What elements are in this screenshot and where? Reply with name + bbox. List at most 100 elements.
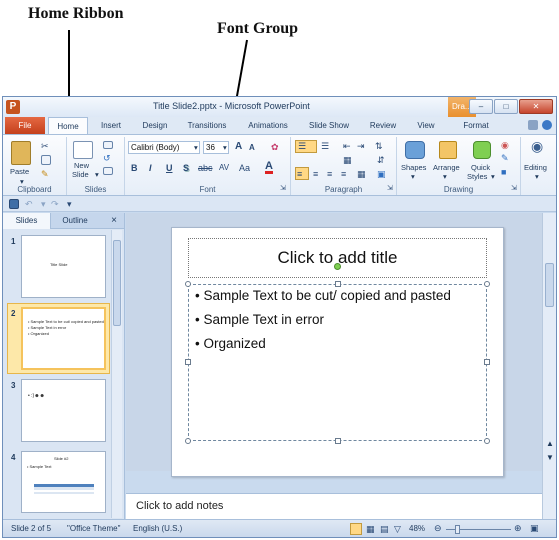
minimize-button[interactable]: – [469,99,493,114]
slide-area-scrollbar[interactable]: ▲ ▼ [542,213,556,519]
tab-file[interactable]: File [5,117,45,134]
quick-styles-dropdown-icon[interactable]: ▾ [491,172,495,181]
shrink-font-icon[interactable]: A [249,143,255,153]
paste-icon[interactable] [11,141,31,165]
zoom-in-icon[interactable]: ⊕ [514,523,522,533]
paste-label[interactable]: Paste [10,167,29,176]
tab-home[interactable]: Home [48,117,88,134]
align-right-icon[interactable]: ≡ [327,169,332,179]
rotation-handle[interactable] [334,263,341,270]
numbering-icon[interactable]: ☰ [321,141,329,151]
arrange-label[interactable]: Arrange [433,163,460,172]
resize-handle-br[interactable] [484,438,490,444]
close-button[interactable]: ✕ [519,99,553,114]
change-case-button[interactable]: Aa [239,163,250,173]
shape-effects-icon[interactable]: ■ [501,167,506,177]
maximize-button[interactable]: □ [494,99,518,114]
theme-status[interactable]: "Office Theme" [67,524,120,533]
bullet-item-2[interactable]: • Sample Text in error [195,312,324,327]
line-spacing-icon[interactable]: ⇅ [375,141,383,151]
shape-fill-icon[interactable]: ◉ [501,140,509,150]
redo-icon[interactable]: ↷ [51,199,59,209]
zoom-slider-thumb[interactable] [455,525,460,534]
quick-styles-label-line1[interactable]: Quick [471,163,490,172]
font-color-button[interactable]: A [265,161,273,174]
title-placeholder-box[interactable]: Click to add title [188,238,487,278]
resize-handle-bl[interactable] [185,438,191,444]
layout-icon[interactable] [103,141,113,149]
bullet-item-3[interactable]: • Organized [195,336,266,351]
notes-pane[interactable]: Click to add notes [126,493,542,519]
minimize-ribbon-icon[interactable] [528,120,538,130]
italic-button[interactable]: I [149,163,152,173]
shapes-dropdown-icon[interactable]: ▾ [411,172,415,181]
reading-view-icon[interactable]: ▤ [380,524,389,534]
tab-design[interactable]: Design [134,117,176,134]
arrange-icon[interactable] [439,141,457,159]
tab-view[interactable]: View [407,117,445,134]
slide-thumbnail-1[interactable]: Title Slide [21,235,106,298]
editing-label[interactable]: Editing [524,163,547,172]
slide-show-view-icon[interactable]: ▽ [394,524,401,534]
slides-pane-scrollbar[interactable] [111,230,122,518]
undo-icon[interactable]: ↶ [25,199,33,209]
resize-handle-tr[interactable] [484,281,490,287]
tab-transitions[interactable]: Transitions [179,117,235,134]
save-icon[interactable] [9,199,19,209]
slide-thumbnail-3[interactable]: • :)☻☻ [21,379,106,442]
clear-formatting-icon[interactable]: ✿ [271,142,279,152]
tab-insert[interactable]: Insert [91,117,131,134]
section-icon[interactable] [103,167,113,175]
tab-slides[interactable]: Slides [3,213,51,229]
previous-slide-icon[interactable]: ▲ [546,439,554,448]
paragraph-dialog-launcher-icon[interactable]: ⇲ [387,184,393,194]
close-pane-icon[interactable]: × [107,213,121,229]
cut-icon[interactable]: ✂ [41,141,49,151]
resize-handle-l[interactable] [185,359,191,365]
new-slide-label-line1[interactable]: New [74,161,89,170]
resize-handle-b[interactable] [335,438,341,444]
slide-thumbnail-2[interactable]: • Sample Text to be cut/ copied and past… [21,307,106,370]
shapes-icon[interactable] [405,141,425,159]
quick-styles-label-line2[interactable]: Styles [467,172,487,181]
quick-styles-icon[interactable] [473,141,491,159]
grow-font-icon[interactable]: A [235,142,242,152]
tab-slide-show[interactable]: Slide Show [301,117,357,134]
new-slide-dropdown-icon[interactable]: ▾ [95,170,99,179]
strikethrough-button[interactable]: abc [198,163,213,173]
font-name-combo[interactable]: Calibri (Body) [128,141,200,154]
bold-button[interactable]: B [131,163,138,173]
tab-animations[interactable]: Animations [239,117,297,134]
tab-format[interactable]: Format [451,117,501,134]
normal-view-button[interactable] [350,523,362,535]
slide-sorter-view-icon[interactable]: ▦ [366,524,375,534]
smartart-icon[interactable]: ▣ [377,169,386,179]
character-spacing-button[interactable]: AV [219,163,229,173]
fit-to-window-icon[interactable]: ▣ [530,523,539,533]
arrange-dropdown-icon[interactable]: ▾ [443,172,447,181]
underline-button[interactable]: U [166,163,173,173]
resize-handle-t[interactable] [335,281,341,287]
copy-icon[interactable] [41,155,51,165]
current-slide[interactable]: Click to add title • Sample Text to be c… [171,227,504,477]
reset-icon[interactable]: ↺ [103,153,111,163]
align-text-icon[interactable]: ▦ [357,169,366,179]
content-placeholder-box[interactable]: • Sample Text to be cut/ copied and past… [188,284,487,441]
resize-handle-tl[interactable] [185,281,191,287]
font-size-dropdown-icon[interactable]: ▾ [223,143,227,152]
editing-dropdown-icon[interactable]: ▾ [535,172,539,181]
zoom-out-icon[interactable]: ⊖ [434,523,442,533]
increase-indent-icon[interactable]: ⇥ [357,141,365,151]
format-painter-icon[interactable]: ✎ [41,169,49,179]
text-direction-icon[interactable]: ⇵ [377,155,385,165]
customize-toolbar-icon[interactable]: ▾ [67,199,72,209]
text-shadow-button[interactable]: S [183,163,189,173]
align-center-icon[interactable]: ≡ [313,169,318,179]
next-slide-icon[interactable]: ▼ [546,453,554,462]
new-slide-label-line2[interactable]: Slide [72,170,89,179]
shapes-label[interactable]: Shapes [401,163,426,172]
new-slide-icon[interactable] [73,141,93,159]
shape-outline-icon[interactable]: ✎ [501,153,509,163]
bullet-item-1[interactable]: • Sample Text to be cut/ copied and past… [195,288,451,303]
language-status[interactable]: English (U.S.) [133,524,182,533]
